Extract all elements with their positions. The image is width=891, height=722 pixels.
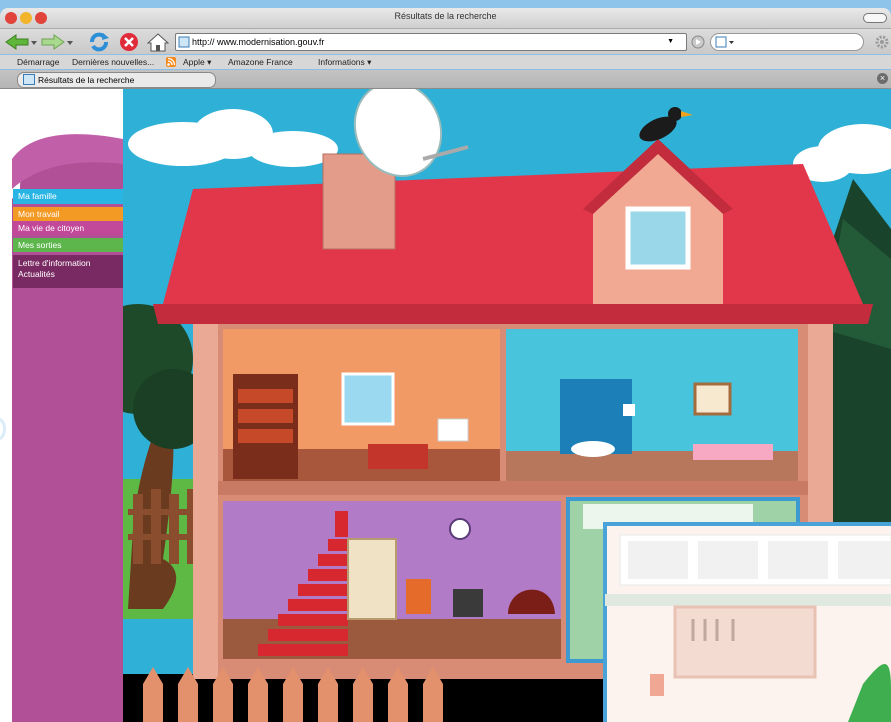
home-button[interactable]	[146, 32, 170, 52]
bookmark-informations-label: Informations	[318, 57, 365, 67]
gear-icon	[875, 35, 889, 49]
bookmark-dernieres-nouvelles[interactable]: Dernières nouvelles...	[72, 57, 154, 67]
address-bar[interactable]: http:// www.modernisation.gouv.fr ▼	[175, 33, 687, 51]
rss-icon	[166, 57, 176, 69]
bookmark-apple[interactable]: Apple ▾	[183, 57, 211, 68]
tab-resultats[interactable]: Résultats de la recherche	[17, 72, 216, 88]
bookmark-amazone-france[interactable]: Amazone France	[228, 57, 293, 67]
clock	[449, 518, 471, 540]
dresser	[406, 579, 431, 614]
url-text: http:// www.modernisation.gouv.fr	[192, 37, 325, 47]
close-tab-icon[interactable]: ×	[877, 73, 888, 84]
sofa	[368, 444, 428, 469]
nav-info-group: Lettre d'information Actualités	[13, 255, 123, 288]
go-icon	[691, 35, 705, 49]
page-icon	[178, 36, 190, 48]
computer	[437, 418, 469, 442]
window-title-bar: Résultats de la recherche	[0, 8, 891, 29]
home-icon	[147, 33, 169, 52]
reload-icon	[90, 32, 109, 52]
bookmarks-bar: Démarrage Dernières nouvelles... Apple ▾…	[0, 55, 891, 69]
stop-button[interactable]	[118, 32, 140, 52]
nav-mon-travail[interactable]: Mon travail	[13, 207, 123, 221]
toolbar-toggle-button[interactable]	[863, 13, 887, 23]
reload-button[interactable]	[86, 32, 112, 52]
tool-board	[673, 605, 817, 679]
nav-ma-vie-de-citoyen[interactable]: Ma vie de citoyen	[13, 221, 123, 235]
search-field[interactable]	[710, 33, 864, 51]
bookmark-demarrage[interactable]: Démarrage	[17, 57, 60, 67]
search-engine-icon	[715, 36, 734, 48]
door	[347, 538, 397, 620]
window-title: Résultats de la recherche	[394, 11, 497, 21]
tab-label: Résultats de la recherche	[38, 75, 135, 85]
tab-page-icon	[23, 74, 35, 85]
front-fence	[143, 667, 443, 722]
go-button[interactable]	[690, 32, 706, 52]
url-dropdown-icon[interactable]: ▼	[667, 34, 674, 50]
house-illustration	[123, 89, 891, 722]
sidebar-decoration	[0, 134, 123, 722]
back-arrow-icon	[5, 34, 37, 50]
settings-button[interactable]	[874, 32, 890, 52]
nav-actualites[interactable]: Actualités	[18, 269, 123, 280]
nav-lettre-information[interactable]: Lettre d'information	[18, 258, 123, 269]
bookmark-informations[interactable]: Informations ▾	[318, 57, 371, 68]
tv	[453, 589, 483, 617]
site-sidebar: Ma famille Mon travail Ma vie de citoyen…	[0, 89, 123, 722]
stop-icon	[120, 33, 138, 51]
forward-button[interactable]	[40, 32, 74, 52]
back-button[interactable]	[4, 32, 38, 52]
nav-ma-famille[interactable]: Ma famille	[13, 189, 123, 204]
tab-bar: Résultats de la recherche ×	[0, 70, 891, 89]
house-scene	[123, 89, 891, 722]
forward-arrow-icon	[41, 34, 73, 50]
navigation-toolbar: http:// www.modernisation.gouv.fr ▼	[0, 29, 891, 54]
bookmark-apple-label: Apple	[183, 57, 205, 67]
bed	[693, 444, 773, 460]
nav-mes-sorties[interactable]: Mes sorties	[13, 238, 123, 252]
zoom-overlay-panel	[603, 522, 891, 722]
